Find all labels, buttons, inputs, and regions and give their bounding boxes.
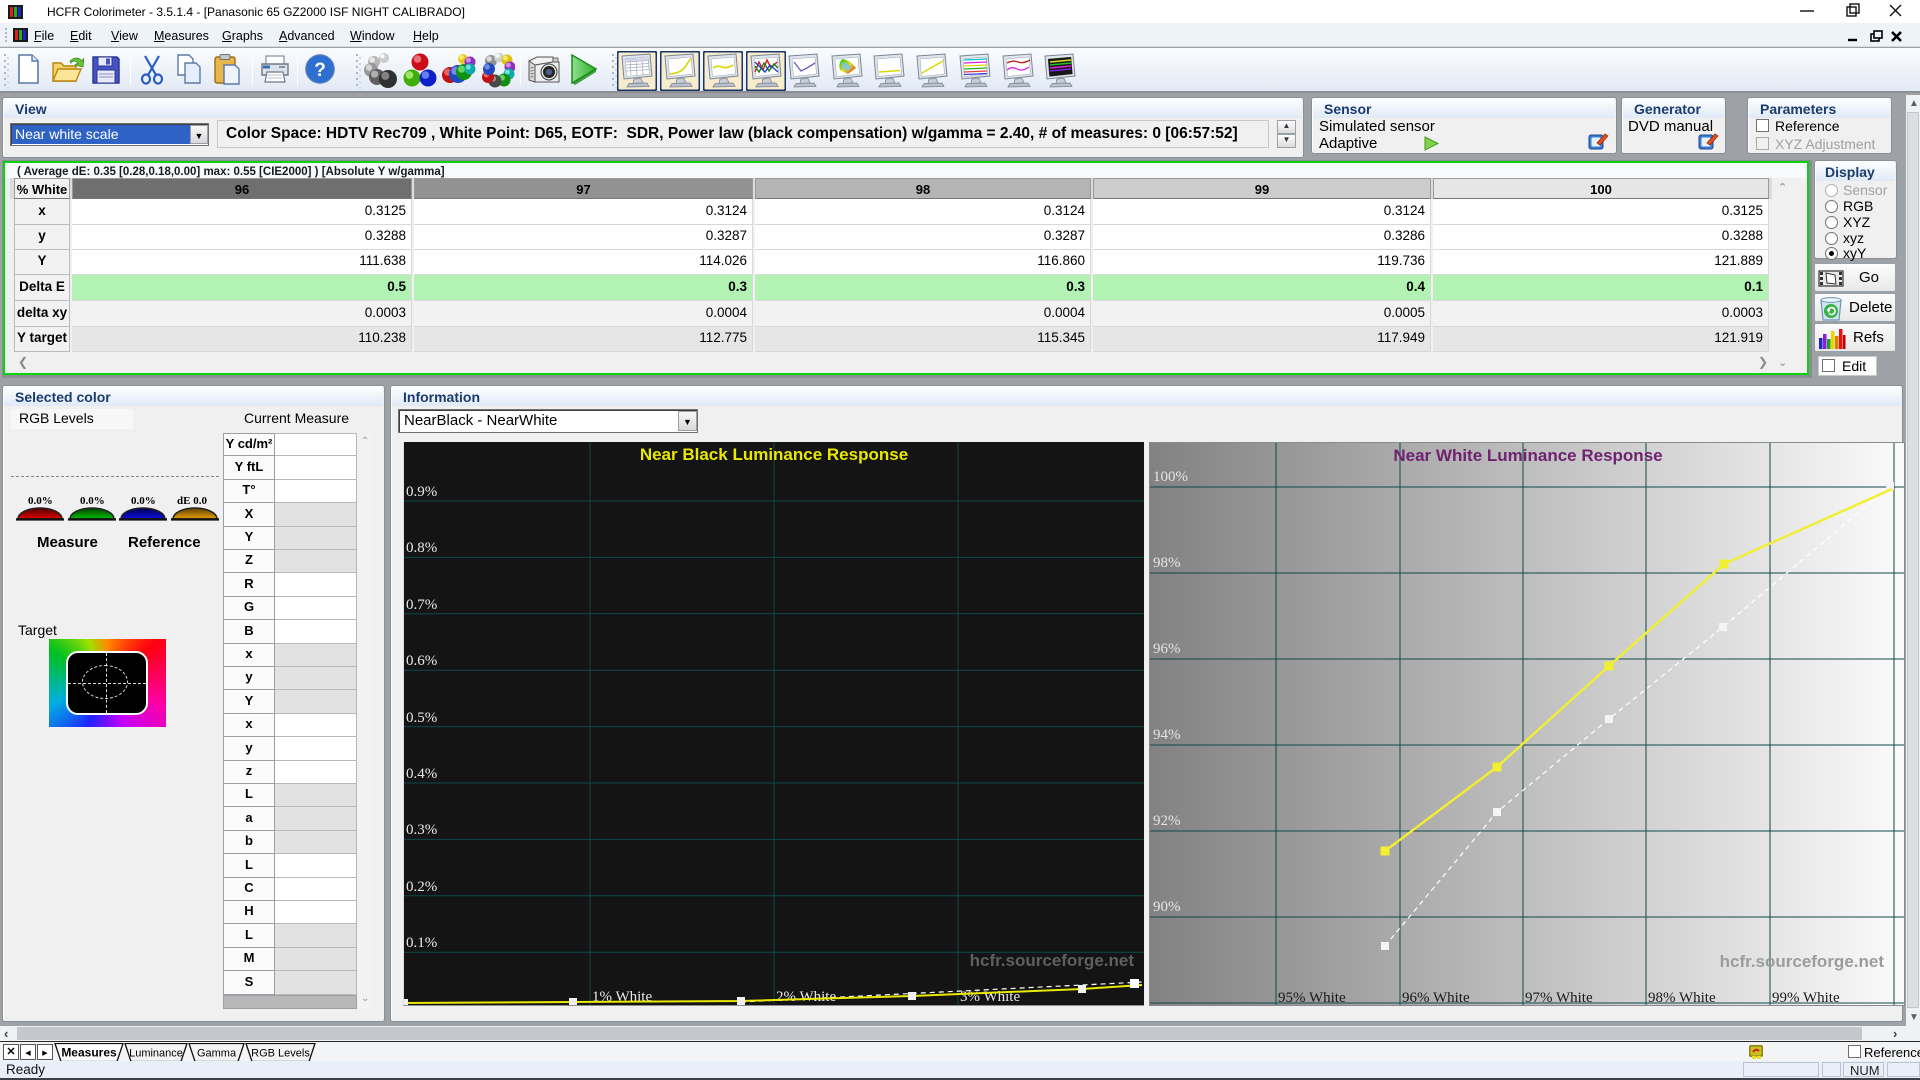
svg-text:96%: 96% <box>1153 641 1181 657</box>
svg-text:95% White: 95% White <box>1278 990 1346 1006</box>
svg-text:100%: 100% <box>1153 469 1188 485</box>
svg-text:92%: 92% <box>1153 813 1181 829</box>
svg-text:99% White: 99% White <box>1772 990 1840 1006</box>
svg-text:0.7%: 0.7% <box>406 597 437 613</box>
svg-text:0.2%: 0.2% <box>406 879 437 895</box>
svg-text:0.4%: 0.4% <box>406 766 437 782</box>
svg-text:RGB Levels: RGB Levels <box>251 1048 310 1060</box>
svg-text:hcfr.sourceforge.net: hcfr.sourceforge.net <box>1720 952 1885 971</box>
svg-text:Near White Luminance Response: Near White Luminance Response <box>1393 446 1662 465</box>
svg-text:?: ? <box>314 60 326 81</box>
svg-text:96% White: 96% White <box>1402 990 1470 1006</box>
svg-text:90%: 90% <box>1153 899 1181 915</box>
svg-text:Measures: Measures <box>61 1046 117 1060</box>
svg-text:97% White: 97% White <box>1525 990 1593 1006</box>
svg-text:98% White: 98% White <box>1648 990 1716 1006</box>
svg-text:0.9%: 0.9% <box>406 484 437 500</box>
svg-text:hcfr.sourceforge.net: hcfr.sourceforge.net <box>970 951 1135 970</box>
svg-text:Near Black Luminance Response: Near Black Luminance Response <box>640 445 908 464</box>
svg-text:Gamma: Gamma <box>197 1048 237 1060</box>
svg-text:2% White: 2% White <box>776 989 836 1005</box>
svg-text:0.8%: 0.8% <box>406 540 437 556</box>
svg-text:98%: 98% <box>1153 555 1181 571</box>
svg-text:94%: 94% <box>1153 727 1181 743</box>
svg-text:0.3%: 0.3% <box>406 822 437 838</box>
svg-text:0.5%: 0.5% <box>406 710 437 726</box>
svg-text:Luminance: Luminance <box>129 1048 183 1060</box>
svg-text:0.1%: 0.1% <box>406 935 437 951</box>
svg-text:0.6%: 0.6% <box>406 653 437 669</box>
